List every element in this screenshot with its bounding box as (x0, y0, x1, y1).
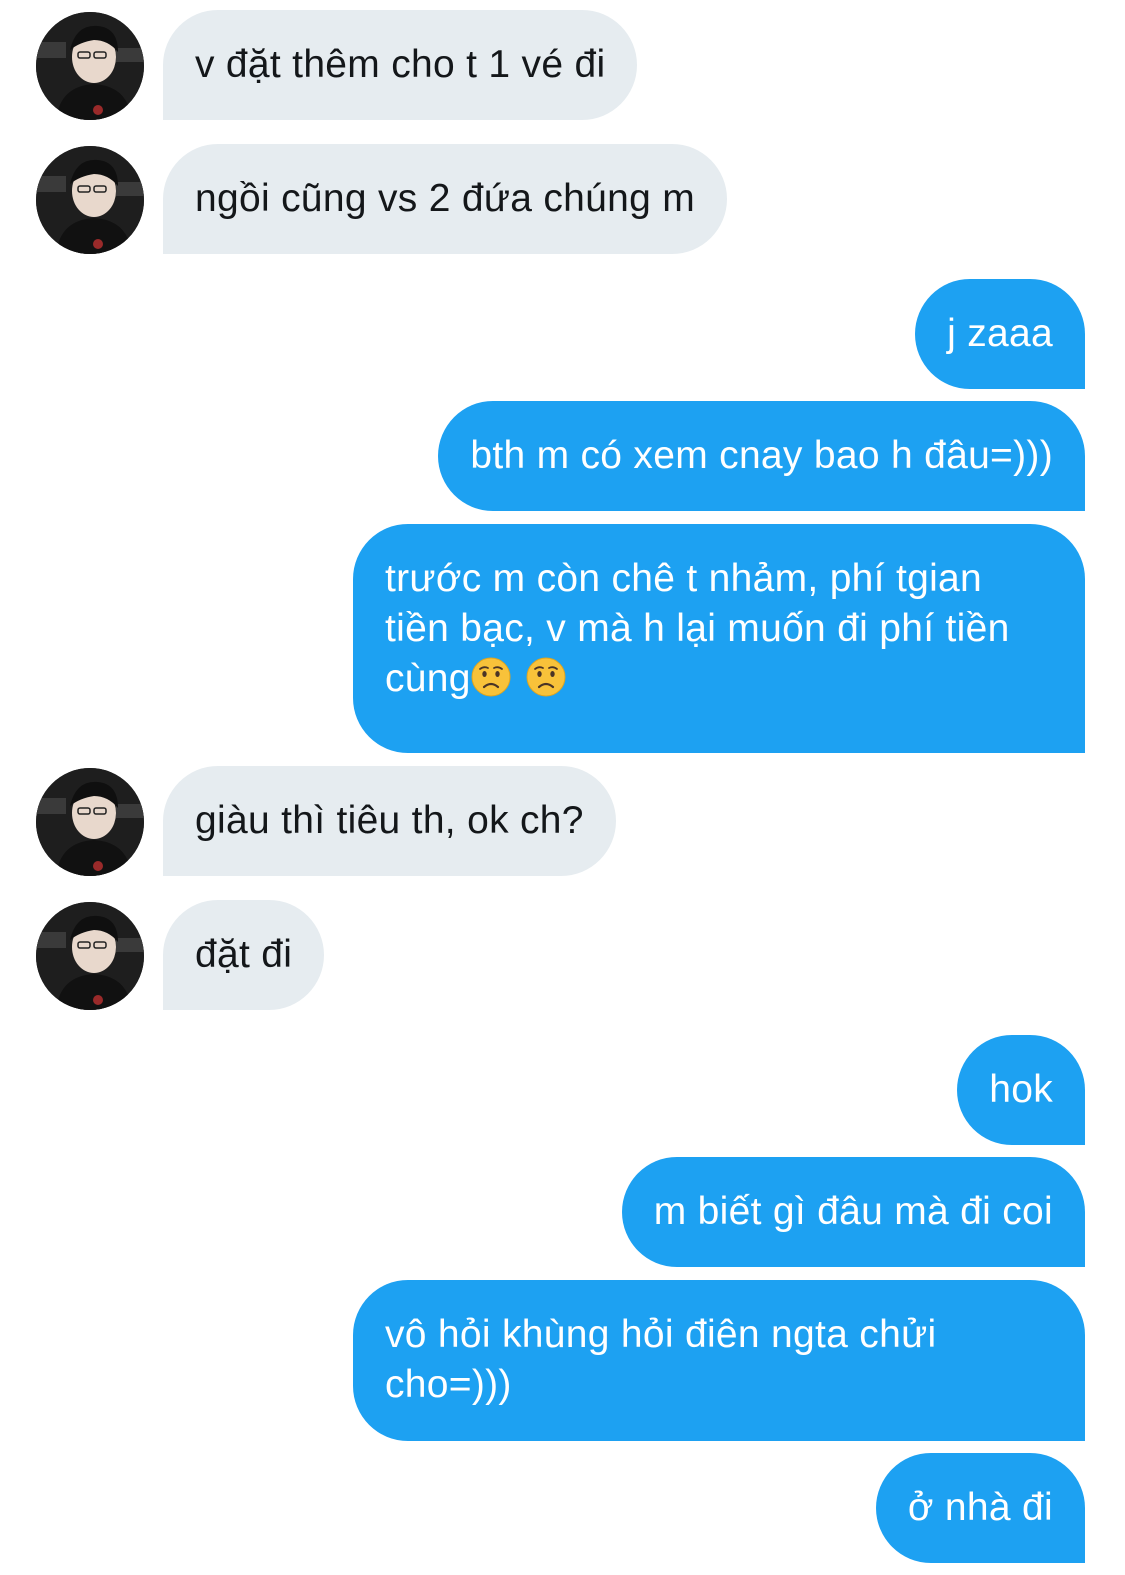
outgoing-message[interactable]: ở nhà đi (875, 1453, 1085, 1563)
message-text: giàu thì tiêu th, ok ch? (195, 799, 584, 842)
outgoing-message[interactable]: vô hỏi khùng hỏi điên ngta chửi cho=))) (353, 1280, 1085, 1441)
message-text: vô hỏi khùng hỏi điên ngta chửi cho=))) (385, 1313, 937, 1406)
message-text: hok (989, 1068, 1053, 1111)
outgoing-message[interactable]: trước m còn chê t nhảm, phí tgian tiền b… (353, 524, 1085, 753)
incoming-message[interactable]: v đặt thêm cho t 1 vé đi (163, 10, 638, 120)
message-text: ngồi cũng vs 2 đứa chúng m (195, 177, 696, 220)
message-text: bth m có xem cnay bao h đâu=))) (470, 434, 1053, 477)
outgoing-message[interactable]: bth m có xem cnay bao h đâu=))) (438, 401, 1085, 511)
outgoing-message[interactable]: m biết gì đâu mà đi coi (621, 1157, 1085, 1267)
message-text: v đặt thêm cho t 1 vé đi (195, 43, 606, 86)
message-thread: v đặt thêm cho t 1 vé đi ngồi cũng vs 2 … (0, 0, 1125, 1575)
contact-avatar[interactable] (36, 768, 144, 876)
worried-face-icon (526, 657, 566, 697)
incoming-message[interactable]: đặt đi (163, 900, 325, 1010)
outgoing-message[interactable]: hok (957, 1035, 1085, 1145)
contact-avatar[interactable] (36, 12, 144, 120)
outgoing-message[interactable]: j zaaa (915, 279, 1085, 389)
message-text: j zaaa (947, 312, 1053, 355)
message-text: m biết gì đâu mà đi coi (653, 1190, 1053, 1233)
contact-avatar[interactable] (36, 902, 144, 1010)
incoming-message[interactable]: giàu thì tiêu th, ok ch? (163, 766, 616, 876)
worried-face-icon (471, 657, 511, 697)
incoming-message[interactable]: ngồi cũng vs 2 đứa chúng m (163, 144, 728, 254)
message-text: đặt đi (195, 933, 293, 976)
contact-avatar[interactable] (36, 146, 144, 254)
message-text: ở nhà đi (907, 1486, 1053, 1529)
